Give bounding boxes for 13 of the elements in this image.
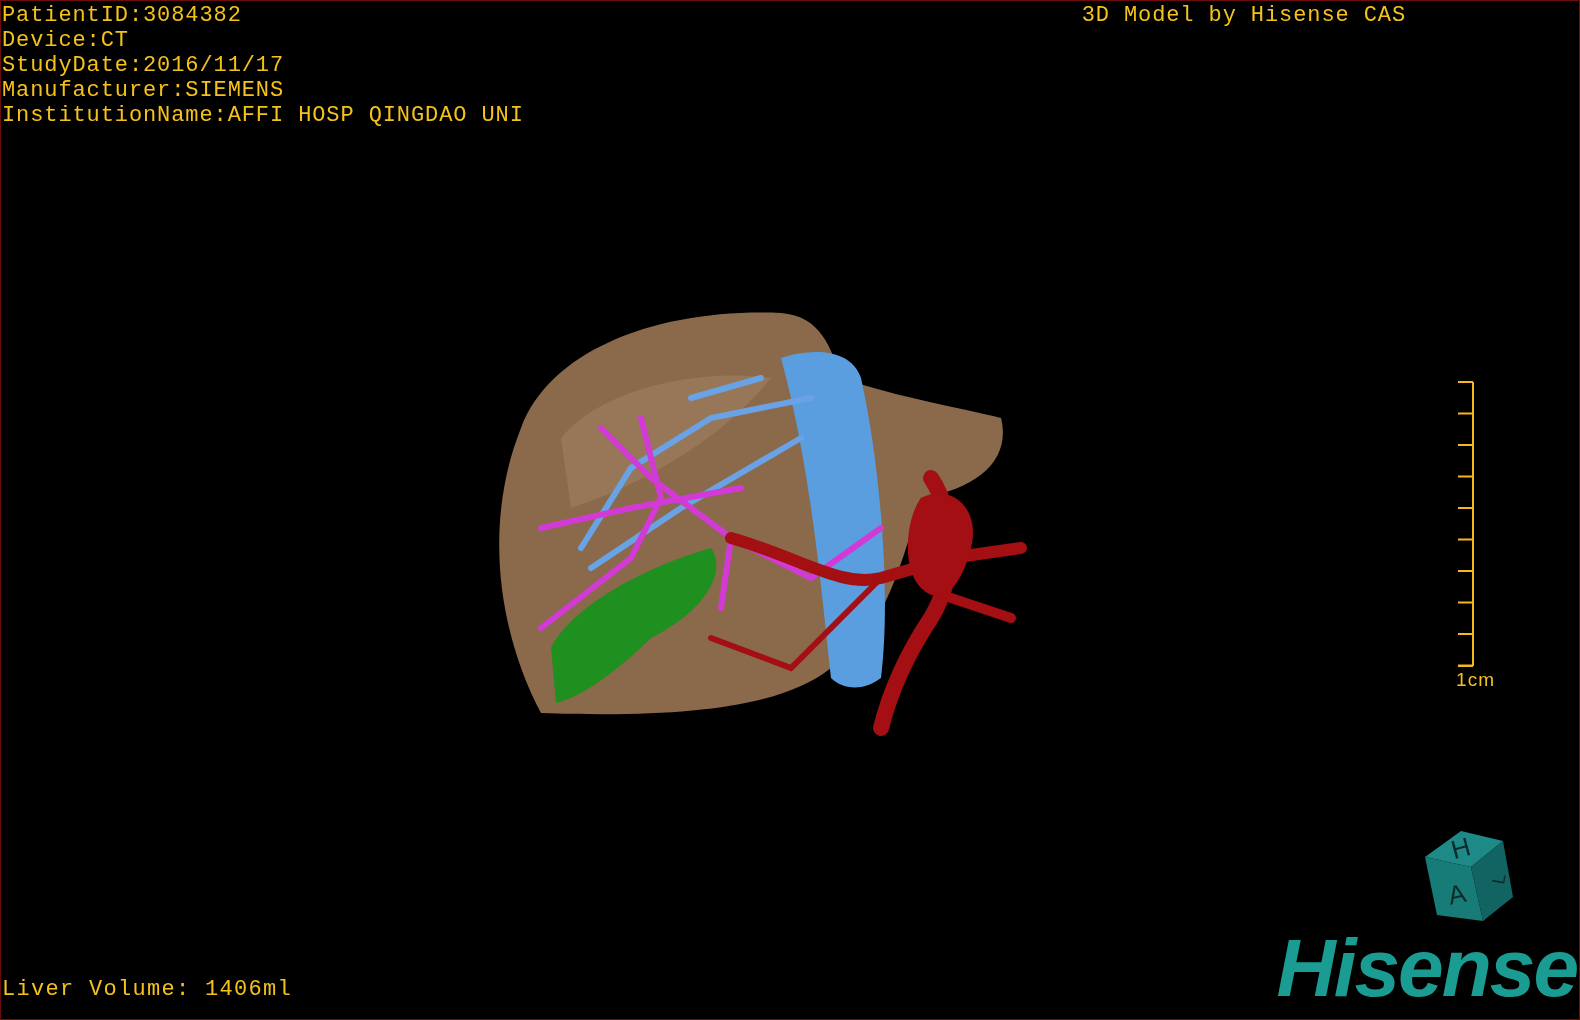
- viewer-title: 3D Model by Hisense CAS: [1081, 3, 1406, 28]
- brand-logo: Hisense: [1276, 929, 1578, 1007]
- info-text: InstitutionName:AFFI HOSP QINGDAO UNI: [2, 103, 524, 128]
- cube-face-label: A: [1445, 877, 1469, 911]
- info-text: StudyDate:2016/11/17: [2, 53, 286, 78]
- info-text: Manufacturer:SIEMENS: [2, 78, 286, 103]
- info-text: PatientID:3084382: [2, 3, 243, 28]
- info-text: Device:CT: [2, 28, 130, 53]
- cube-face-label: L: [1488, 872, 1510, 886]
- cube-face-label: H: [1447, 831, 1474, 865]
- scale-label: 1cm: [1456, 669, 1495, 691]
- orientation-cube[interactable]: [1425, 831, 1513, 921]
- liver-volume: Liver Volume: 1406ml: [2, 977, 293, 1002]
